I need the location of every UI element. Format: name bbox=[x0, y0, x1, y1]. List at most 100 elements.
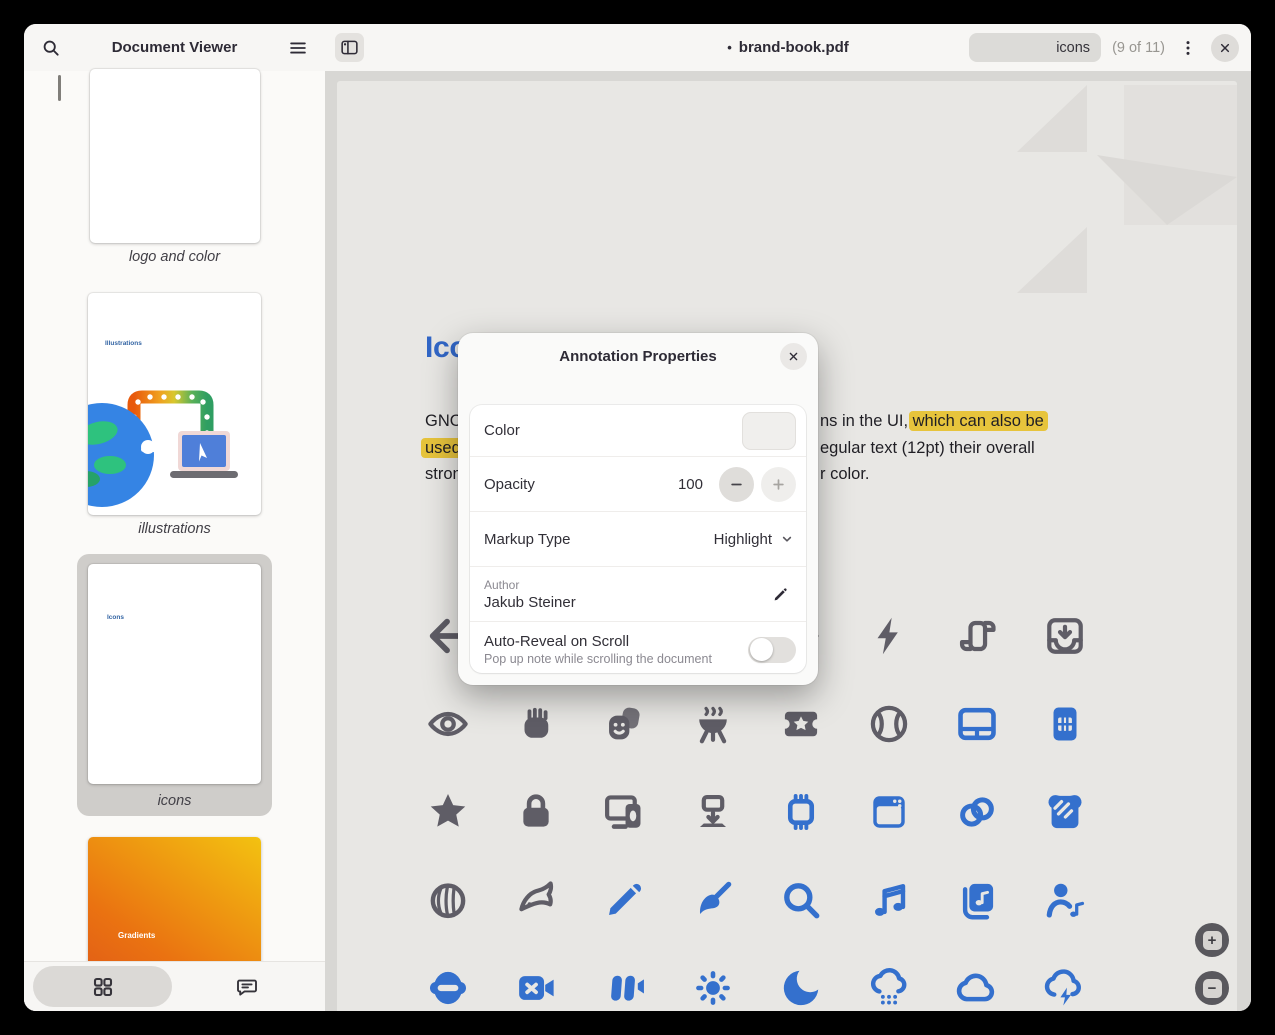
illustration-art bbox=[88, 293, 261, 515]
thumbnail-caption-logo: logo and color bbox=[24, 249, 325, 265]
icon-pencil bbox=[600, 876, 648, 924]
sidebar-toggle-button[interactable] bbox=[335, 33, 364, 62]
unsaved-indicator-dot: • bbox=[727, 40, 732, 55]
icon-star bbox=[424, 788, 472, 836]
icon-rain-cloud bbox=[865, 964, 913, 1011]
auto-reveal-toggle[interactable] bbox=[748, 637, 796, 663]
icon-sun bbox=[689, 964, 737, 1011]
icon-video-x bbox=[512, 964, 560, 1011]
zoom-in-button[interactable]: + bbox=[1195, 923, 1229, 957]
sidebar-scrollbar[interactable] bbox=[58, 75, 61, 101]
icon-screen-phone bbox=[600, 788, 648, 836]
dialog-title: Annotation Properties bbox=[458, 348, 818, 365]
icon-video-clip bbox=[600, 964, 648, 1011]
icon-ticket-star bbox=[777, 700, 825, 748]
icon-brush bbox=[689, 876, 737, 924]
text-fragment: stron bbox=[425, 465, 462, 484]
icon-eye bbox=[424, 700, 472, 748]
zoom-in-icon: + bbox=[1203, 931, 1222, 950]
pencil-edit-icon bbox=[771, 585, 790, 604]
icon-magnifier bbox=[777, 876, 825, 924]
tab-annotations[interactable] bbox=[177, 966, 316, 1007]
grid-icon bbox=[91, 975, 115, 999]
opacity-label: Opacity bbox=[484, 476, 678, 493]
icon-chain-link bbox=[953, 788, 1001, 836]
plus-icon bbox=[769, 475, 788, 494]
kebab-menu-icon bbox=[1178, 38, 1198, 58]
text-fragment: ns in the UI, which can also be bbox=[820, 412, 1044, 431]
mini-heading-icons: Icons bbox=[107, 614, 124, 621]
markup-type-row[interactable]: Markup Type Highlight bbox=[470, 512, 806, 567]
color-swatch bbox=[747, 417, 791, 445]
color-swatch-button[interactable] bbox=[742, 412, 796, 450]
icon-window-app bbox=[865, 788, 913, 836]
icon-fist bbox=[512, 700, 560, 748]
hamburger-icon bbox=[287, 37, 309, 59]
author-value: Jakub Steiner bbox=[484, 594, 764, 611]
text-fragment: r color. bbox=[820, 465, 870, 484]
color-label: Color bbox=[484, 422, 742, 439]
page-corner-decoration bbox=[1017, 81, 1237, 296]
annotation-properties-dialog: Annotation Properties Color Opacity 100 … bbox=[458, 333, 818, 685]
author-row: Author Jakub Steiner bbox=[470, 567, 806, 622]
header-actions: (9 of 11) bbox=[969, 24, 1239, 71]
auto-reveal-label: Auto-Reveal on Scroll bbox=[484, 633, 748, 650]
sidebar-headerbar: Document Viewer bbox=[24, 24, 325, 72]
icon-cloud bbox=[953, 964, 1001, 1011]
icon-music-notes bbox=[865, 876, 913, 924]
thumbnail-caption-illustrations: illustrations bbox=[24, 521, 325, 537]
close-icon bbox=[786, 349, 801, 364]
opacity-decrease-button[interactable] bbox=[719, 467, 754, 502]
icon-music-albums bbox=[953, 876, 1001, 924]
page-name-input[interactable] bbox=[969, 33, 1101, 62]
main-menu-button[interactable] bbox=[283, 33, 313, 63]
thumbnail-illustrations[interactable]: Illustrations bbox=[88, 293, 261, 515]
more-options-button[interactable] bbox=[1176, 33, 1200, 63]
edit-author-button[interactable] bbox=[764, 578, 796, 610]
icon-display-download bbox=[689, 788, 737, 836]
thumbnail-icons[interactable]: Icons bbox=[88, 564, 261, 784]
icon-ball bbox=[865, 700, 913, 748]
icon-person-music bbox=[1041, 876, 1089, 924]
text-fragment: used bbox=[425, 439, 461, 458]
author-label: Author bbox=[484, 578, 764, 592]
mini-heading-gradients: Gradients bbox=[118, 931, 155, 940]
main-headerbar: • brand-book.pdf (9 of 11) bbox=[325, 24, 1251, 72]
icon-bolt bbox=[865, 612, 913, 660]
auto-reveal-row: Auto-Reveal on Scroll Pop up note while … bbox=[470, 622, 806, 673]
zoom-out-button[interactable]: − bbox=[1195, 971, 1229, 1005]
sidebar-view-switcher bbox=[24, 961, 325, 1011]
opacity-row: Opacity 100 bbox=[470, 457, 806, 512]
markup-type-value: Highlight bbox=[714, 531, 772, 548]
toggle-knob bbox=[750, 638, 773, 661]
text-fragment: GNO bbox=[425, 412, 463, 431]
text-fragment: egular text (12pt) their overall bbox=[820, 439, 1035, 458]
icon-moon bbox=[777, 964, 825, 1011]
tab-thumbnails[interactable] bbox=[33, 966, 172, 1007]
zoom-out-icon: − bbox=[1203, 979, 1222, 998]
opacity-increase-button[interactable] bbox=[761, 467, 796, 502]
dialog-settings-card: Color Opacity 100 Markup Type Highlight … bbox=[470, 405, 806, 673]
color-row: Color bbox=[470, 405, 806, 457]
icon-masks bbox=[600, 700, 648, 748]
icon-helmet bbox=[424, 964, 472, 1011]
thumbnails-sidebar: logo and color Illustrations bbox=[24, 71, 326, 1011]
icon-storm-cloud bbox=[1041, 964, 1089, 1011]
thumbnail-logo-and-color[interactable] bbox=[90, 69, 260, 243]
icon-bread bbox=[424, 876, 472, 924]
icon-fish bbox=[512, 876, 560, 924]
icon-scroll bbox=[953, 612, 1001, 660]
icon-toast bbox=[1041, 788, 1089, 836]
icon-grill bbox=[689, 700, 737, 748]
icon-sim-card bbox=[1041, 700, 1089, 748]
icon-lock bbox=[512, 788, 560, 836]
app-window: Document Viewer • brand-book.pdf (9 of 1… bbox=[24, 24, 1251, 1011]
close-icon bbox=[1217, 40, 1233, 56]
window-close-button[interactable] bbox=[1211, 34, 1239, 62]
auto-reveal-subtitle: Pop up note while scrolling the document bbox=[484, 652, 748, 666]
icon-inbox-download bbox=[1041, 612, 1089, 660]
dialog-close-button[interactable] bbox=[780, 343, 807, 370]
markup-type-label: Markup Type bbox=[484, 531, 714, 548]
app-title: Document Viewer bbox=[24, 24, 325, 71]
thumbnail-caption-icons: icons bbox=[24, 793, 325, 809]
